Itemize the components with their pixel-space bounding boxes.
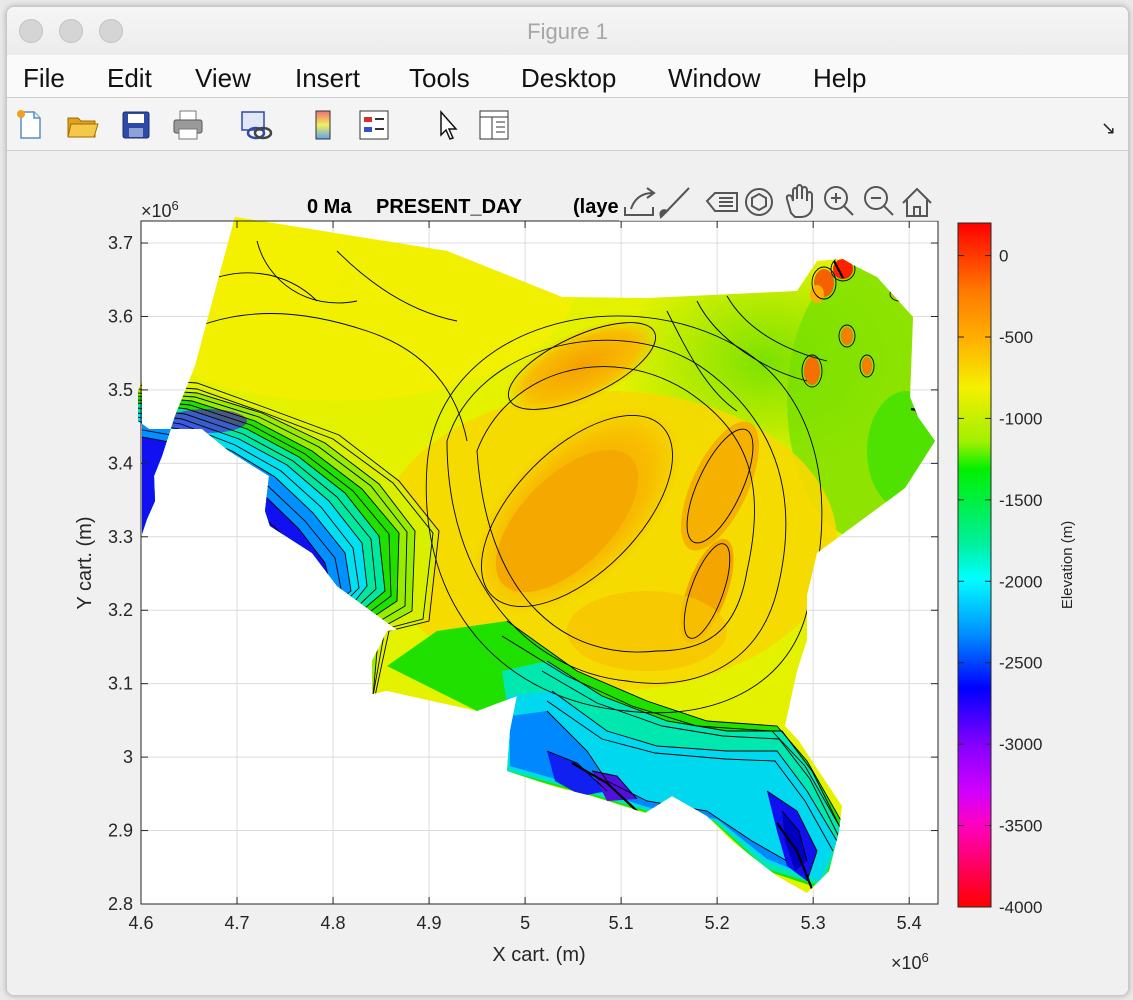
y-tick-label: 3.7 (108, 233, 133, 253)
x-axis-label: X cart. (m) (492, 944, 585, 966)
menu-insert[interactable]: Insert (295, 63, 360, 94)
colorbar-tick-label: -2000 (999, 572, 1042, 591)
plot-title-scenario: PRESENT_DAY (376, 196, 523, 218)
x-tick-label: 4.9 (417, 913, 442, 933)
axes-toolbar (619, 184, 939, 221)
x-tick-label: 4.8 (321, 913, 346, 933)
y-multiplier-label: ×106 (141, 198, 179, 221)
x-tick-label: 5.1 (609, 913, 634, 933)
x-tick-label: 4.6 (128, 913, 153, 933)
y-tick-label: 3.2 (108, 600, 133, 620)
y-tick-label: 2.9 (108, 821, 133, 841)
print-icon[interactable] (171, 108, 205, 142)
dock-figure-icon[interactable]: ↘ (1101, 118, 1116, 139)
y-tick-label: 3.5 (108, 380, 133, 400)
y-tick-label: 3 (123, 747, 133, 767)
colorbar-tick-label: -1000 (999, 409, 1042, 428)
y-tick-label: 3.1 (108, 674, 133, 694)
menu-desktop[interactable]: Desktop (521, 63, 616, 94)
new-figure-icon[interactable] (13, 108, 47, 142)
colorbar-tick-label: -3000 (999, 735, 1042, 754)
x-tick-label: 5.2 (705, 913, 730, 933)
menu-view[interactable]: View (195, 63, 251, 94)
colorbar-tick-label: -500 (999, 328, 1033, 347)
x-tick-label: 5.4 (897, 913, 922, 933)
menu-window[interactable]: Window (668, 63, 760, 94)
x-tick-label: 4.7 (225, 913, 250, 933)
y-tick-label: 2.8 (108, 894, 133, 914)
colorbar-tick-label: -3500 (999, 817, 1042, 836)
y-tick-label: 3.6 (108, 306, 133, 326)
colorbar-tick-label: -2500 (999, 654, 1042, 673)
open-file-icon[interactable] (65, 108, 99, 142)
colorbar-tick-label: 0 (999, 247, 1008, 266)
edit-plot-arrow-icon[interactable] (431, 108, 465, 142)
colorbar-icon[interactable] (307, 108, 341, 142)
colorbar (957, 222, 992, 908)
x-multiplier-label: ×106 (891, 950, 929, 973)
save-icon[interactable] (119, 108, 153, 142)
property-inspector-icon[interactable] (477, 108, 511, 142)
plot-title-layer: (laye (573, 196, 619, 218)
figure-toolbar: ↘ (7, 98, 1128, 151)
window-title: Figure 1 (527, 19, 608, 44)
menu-edit[interactable]: Edit (107, 63, 152, 94)
figure-canvas: 4.6 4.7 4.8 4.9 5 5.1 5.2 5.3 5.4 3.7 3.6 3.5 3.4 3.… (7, 151, 1128, 995)
figure-window: Figure 1 File Edit View Insert Tools Des… (6, 6, 1129, 996)
y-tick-label: 3.3 (108, 527, 133, 547)
title-bar: Figure 1 (7, 7, 1128, 56)
colorbar-tick-label: -4000 (999, 898, 1042, 917)
menu-file[interactable]: File (23, 63, 65, 94)
x-tick-label: 5 (520, 913, 530, 933)
menu-help[interactable]: Help (813, 63, 866, 94)
menu-tools[interactable]: Tools (409, 63, 470, 94)
colorbar-label: Elevation (m) (1059, 521, 1076, 609)
legend-icon[interactable] (357, 108, 391, 142)
colorbar-tick-label: -1500 (999, 491, 1042, 510)
link-plot-icon[interactable] (239, 108, 273, 142)
menu-bar: File Edit View Insert Tools Desktop Wind… (7, 55, 1128, 98)
y-tick-label: 3.4 (108, 453, 133, 473)
y-axis-label: Y cart. (m) (74, 517, 96, 610)
figure-svg: 4.6 4.7 4.8 4.9 5 5.1 5.2 5.3 5.4 3.7 3.6 3.5 3.4 3.… (74, 184, 1076, 973)
x-tick-label: 5.3 (801, 913, 826, 933)
plot-title-age: 0 Ma (307, 196, 352, 218)
